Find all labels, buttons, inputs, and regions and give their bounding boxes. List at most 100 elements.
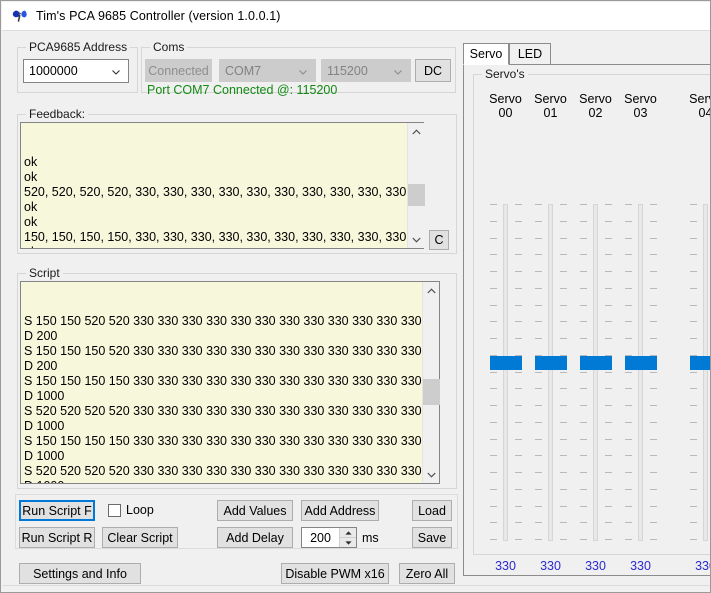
script-line: S 150 150 150 150 330 330 330 330 330 33…: [24, 374, 422, 388]
servo-slider-04[interactable]: [683, 200, 710, 545]
slider-tick: [490, 271, 497, 272]
script-line: D 1000: [24, 419, 65, 433]
dc-button[interactable]: DC: [415, 59, 451, 82]
slider-track[interactable]: [503, 204, 508, 541]
connect-button[interactable]: Connected: [145, 59, 212, 82]
run-script-f-button[interactable]: Run Script F: [19, 500, 95, 521]
spinner-up-icon[interactable]: [340, 528, 356, 538]
slider-tick: [515, 489, 522, 490]
slider-tick: [560, 439, 567, 440]
save-button[interactable]: Save: [412, 527, 452, 548]
slider-track[interactable]: [548, 204, 553, 541]
slider-track[interactable]: [638, 204, 643, 541]
delay-spinner[interactable]: 200: [301, 527, 357, 548]
slider-track[interactable]: [703, 204, 708, 541]
servo-value-00: 330: [495, 559, 516, 573]
load-button[interactable]: Load: [412, 500, 452, 521]
slider-tick: [625, 338, 632, 339]
slider-tick: [605, 271, 612, 272]
add-delay-label: Add Delay: [226, 530, 284, 545]
add-values-button[interactable]: Add Values: [217, 500, 293, 521]
slider-track[interactable]: [593, 204, 598, 541]
slider-tick: [625, 254, 632, 255]
slider-tick: [580, 288, 587, 289]
servo-slider-02[interactable]: [573, 200, 618, 545]
slider-tick: [490, 489, 497, 490]
script-group-label: Script: [26, 266, 63, 280]
slider-tick: [580, 506, 587, 507]
clear-feedback-button[interactable]: C: [429, 230, 449, 250]
slider-tick: [605, 506, 612, 507]
feedback-scroll-thumb[interactable]: [408, 184, 425, 206]
slider-thumb[interactable]: [690, 356, 710, 370]
script-textarea[interactable]: S 150 150 520 520 330 330 330 330 330 33…: [20, 281, 440, 484]
slider-tick: [690, 422, 697, 423]
baud-combobox[interactable]: 115200: [321, 59, 411, 82]
slider-tick: [650, 489, 657, 490]
slider-tick: [580, 405, 587, 406]
script-scrollbar[interactable]: [422, 282, 440, 483]
tab-led[interactable]: LED: [509, 43, 551, 65]
feedback-textarea[interactable]: ok ok 520, 520, 520, 520, 330, 330, 330, 3…: [20, 122, 424, 249]
tab-servo[interactable]: Servo: [463, 43, 509, 65]
address-combobox[interactable]: 1000000: [23, 59, 129, 83]
loop-checkbox[interactable]: Loop: [108, 503, 154, 517]
script-line: D 200: [24, 329, 58, 343]
slider-tick: [490, 372, 497, 373]
slider-thumb[interactable]: [535, 356, 567, 370]
slider-tick: [535, 321, 542, 322]
zero-all-button[interactable]: Zero All: [399, 563, 455, 584]
slider-tick: [515, 539, 522, 540]
spinner-down-icon[interactable]: [340, 538, 356, 547]
script-scroll-thumb[interactable]: [423, 379, 440, 405]
servo-column-02: Servo023300Zero: [573, 65, 618, 575]
slider-tick: [690, 405, 697, 406]
slider-tick: [625, 439, 632, 440]
slider-tick: [535, 238, 542, 239]
scroll-up-icon[interactable]: [408, 123, 425, 140]
save-button-label: Save: [417, 530, 447, 545]
scroll-up-icon[interactable]: [423, 282, 440, 299]
slider-tick: [580, 221, 587, 222]
slider-thumb[interactable]: [490, 356, 522, 370]
slider-tick: [490, 422, 497, 423]
slider-tick: [605, 288, 612, 289]
script-line: S 520 520 520 520 330 330 330 330 330 33…: [24, 464, 422, 478]
slider-tick: [605, 321, 612, 322]
disable-pwm-button[interactable]: Disable PWM x16: [281, 563, 389, 584]
slider-tick: [515, 204, 522, 205]
clear-script-button[interactable]: Clear Script: [102, 527, 178, 548]
servo-slider-00[interactable]: [483, 200, 528, 545]
tab-servo-label: Servo: [469, 47, 503, 61]
add-delay-button[interactable]: Add Delay: [217, 527, 293, 548]
port-combobox[interactable]: COM7: [219, 59, 316, 82]
feedback-scrollbar[interactable]: [407, 123, 425, 248]
settings-and-info-label: Settings and Info: [33, 566, 127, 581]
delay-spinner-buttons[interactable]: [339, 528, 356, 547]
slider-tick: [515, 472, 522, 473]
run-script-r-button[interactable]: Run Script R: [19, 527, 95, 548]
script-line: S 150 150 150 150 330 330 330 330 330 33…: [24, 434, 422, 448]
slider-tick: [625, 506, 632, 507]
clear-script-label: Clear Script: [107, 530, 173, 545]
scroll-down-icon[interactable]: [423, 466, 440, 483]
slider-tick: [515, 522, 522, 523]
feedback-line: ok: [24, 215, 38, 229]
run-script-r-label: Run Script R: [21, 530, 93, 545]
servo-slider-03[interactable]: [618, 200, 663, 545]
delay-spinner-value[interactable]: 200: [302, 528, 339, 547]
slider-thumb[interactable]: [580, 356, 612, 370]
slider-tick: [560, 388, 567, 389]
slider-tick: [580, 422, 587, 423]
scroll-down-icon[interactable]: [408, 231, 425, 248]
slider-tick: [625, 539, 632, 540]
slider-thumb[interactable]: [625, 356, 657, 370]
add-address-button[interactable]: Add Address: [301, 500, 379, 521]
slider-tick: [690, 204, 697, 205]
slider-tick: [515, 321, 522, 322]
slider-tick: [515, 372, 522, 373]
servo-slider-01[interactable]: [528, 200, 573, 545]
settings-and-info-button[interactable]: Settings and Info: [19, 563, 141, 584]
loop-checkbox-box[interactable]: [108, 503, 121, 517]
servo-label-line1: Servo: [689, 92, 710, 106]
